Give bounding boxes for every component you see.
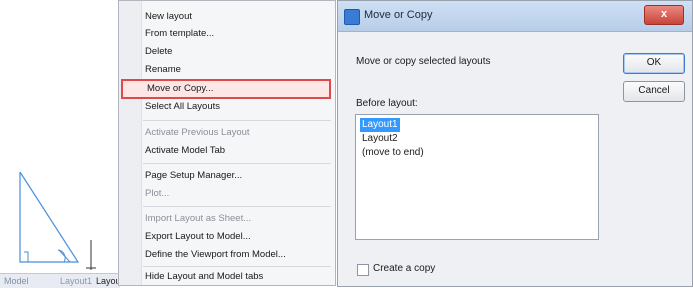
triangle-drawing xyxy=(19,171,96,270)
menu-item-activate-model-tab[interactable]: Activate Model Tab xyxy=(145,143,225,159)
menu-separator xyxy=(143,206,331,207)
list-item[interactable]: (move to end) xyxy=(360,146,426,160)
ok-button[interactable]: OK xyxy=(623,53,685,74)
menu-item-define-viewport[interactable]: Define the Viewport from Model... xyxy=(145,247,286,263)
layout-tabs-bar: Model Layout1 Layout2 xyxy=(0,273,128,288)
app-icon xyxy=(344,9,360,25)
cancel-button[interactable]: Cancel xyxy=(623,81,685,102)
menu-item-from-template[interactable]: From template... xyxy=(145,26,214,42)
menu-item-move-or-copy[interactable]: Move or Copy... xyxy=(121,79,331,99)
menu-separator xyxy=(143,120,331,121)
menu-item-page-setup-manager[interactable]: Page Setup Manager... xyxy=(145,168,242,184)
list-item[interactable]: Layout2 xyxy=(360,132,400,146)
menu-item-activate-previous-layout: Activate Previous Layout xyxy=(145,127,250,138)
create-copy-label[interactable]: Create a copy xyxy=(373,263,435,274)
menu-item-hide-tabs[interactable]: Hide Layout and Model tabs xyxy=(145,269,263,285)
move-or-copy-dialog: Move or Copy x Move or copy selected lay… xyxy=(337,0,693,287)
menu-item-delete[interactable]: Delete xyxy=(145,44,172,60)
menu-separator xyxy=(143,266,331,267)
drawing-canvas[interactable]: Model Layout1 Layout2 xyxy=(0,0,128,288)
dialog-titlebar[interactable]: Move or Copy x xyxy=(338,1,692,32)
dialog-prompt: Move or copy selected layouts xyxy=(356,56,491,67)
layout-context-menu: New layout From template... Delete Renam… xyxy=(118,0,336,286)
before-layout-label: Before layout: xyxy=(356,98,418,109)
tab-model[interactable]: Model xyxy=(4,276,29,286)
menu-item-export-layout-to-model[interactable]: Export Layout to Model... xyxy=(145,229,251,245)
before-layout-list[interactable]: Layout1 Layout2 (move to end) xyxy=(355,114,599,240)
menu-separator xyxy=(143,163,331,164)
dialog-title: Move or Copy xyxy=(364,9,433,21)
tab-layout1[interactable]: Layout1 xyxy=(60,276,92,286)
create-copy-checkbox[interactable] xyxy=(357,264,369,276)
list-item[interactable]: Layout1 xyxy=(360,118,400,132)
menu-item-new-layout[interactable]: New layout xyxy=(145,9,192,25)
menu-item-plot: Plot... xyxy=(145,188,170,199)
close-button[interactable]: x xyxy=(644,5,684,25)
menu-item-import-layout-as-sheet: Import Layout as Sheet... xyxy=(145,213,252,224)
menu-item-select-all-layouts[interactable]: Select All Layouts xyxy=(145,99,220,115)
menu-item-rename[interactable]: Rename xyxy=(145,62,181,78)
menu-icon-gutter xyxy=(119,1,142,285)
